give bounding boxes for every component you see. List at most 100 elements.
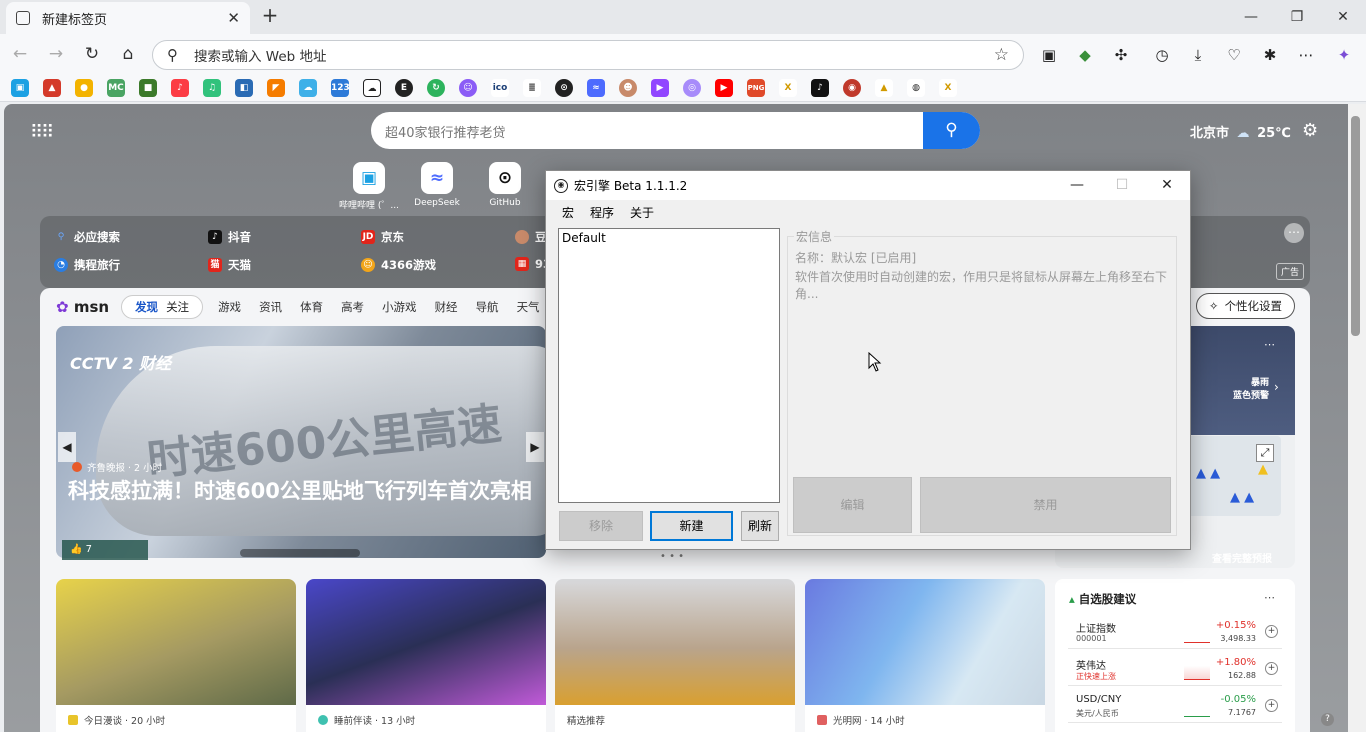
feed-tab-news[interactable]: 资讯 (259, 299, 282, 315)
stock-more-icon[interactable]: ⋯ (1264, 591, 1275, 604)
bookmark-camp-icon[interactable]: ▲ (875, 79, 893, 97)
hero-title[interactable]: 科技感拉满！时速600公里贴地飞行列车首次亮相 (68, 477, 538, 506)
bookmark-chrome-icon[interactable]: ● (75, 79, 93, 97)
site-link-tmall[interactable]: 猫天猫 (208, 257, 251, 273)
browser-essentials-icon[interactable]: ♡ (1220, 42, 1248, 68)
bookmark-globe-icon[interactable]: ◍ (907, 79, 925, 97)
help-icon[interactable]: ? (1321, 713, 1334, 726)
carousel-indicator[interactable] (240, 549, 360, 557)
address-bar[interactable]: ⚲ 搜索或输入 Web 地址 ☆ (152, 40, 1024, 70)
bookmark-music-icon[interactable]: ♪ (171, 79, 189, 97)
home-button[interactable]: ⌂ (114, 40, 142, 68)
bookmark-cloud-outline-icon[interactable]: ☁ (363, 79, 381, 97)
add-stock-icon[interactable]: + (1265, 625, 1278, 638)
site-links-more-icon[interactable]: ⋯ (1284, 223, 1304, 243)
bookmark-deepseek-icon[interactable]: ≈ (587, 79, 605, 97)
bookmark-avatar-icon[interactable]: ☻ (619, 79, 637, 97)
extension-star-icon[interactable]: ✱ (1256, 42, 1284, 68)
bookmark-e-icon[interactable]: E (395, 79, 413, 97)
bookmark-red-icon[interactable]: ▲ (43, 79, 61, 97)
minimize-window-button[interactable]: — (1228, 0, 1274, 34)
bookmark-minecraft-icon[interactable]: ■ (139, 79, 157, 97)
bookmark-youtube-icon[interactable]: ▶ (715, 79, 733, 97)
bookmark-orange-icon[interactable]: ◤ (267, 79, 285, 97)
dialog-close-button[interactable]: ✕ (1144, 171, 1190, 200)
tab-discover[interactable]: 发现 (135, 299, 158, 315)
more-menu-icon[interactable]: ⋯ (1292, 42, 1320, 68)
bookmark-x2-icon[interactable]: X (939, 79, 957, 97)
feed-tab-weather[interactable]: 天气 (517, 299, 540, 315)
menu-about[interactable]: 关于 (630, 204, 654, 221)
active-tab[interactable]: 新建标签页 ✕ (6, 2, 250, 34)
feed-tab-minigames[interactable]: 小游戏 (382, 299, 417, 315)
refresh-button[interactable]: 刷新 (741, 511, 779, 541)
web-search-box[interactable]: 超40家银行推荐老贷 ⚲ (371, 112, 980, 149)
refresh-button[interactable]: ↻ (78, 40, 106, 68)
stock-row[interactable]: 上证指数 000001 +0.15% 3,498.33 + (1068, 617, 1282, 649)
carousel-next-button[interactable]: ▶ (526, 432, 544, 462)
bookmark-red-circle-icon[interactable]: ◉ (843, 79, 861, 97)
personalize-button[interactable]: ✧ 个性化设置 (1196, 293, 1295, 319)
bookmark-png-icon[interactable]: PNG (747, 79, 765, 97)
forward-button[interactable]: → (42, 40, 70, 68)
apps-grid-icon[interactable]: ⠿⠿ (30, 122, 54, 143)
bookmark-github-icon[interactable]: ⊙ (555, 79, 573, 97)
close-tab-icon[interactable]: ✕ (227, 9, 240, 27)
add-stock-icon[interactable]: + (1265, 662, 1278, 675)
weather-alert[interactable]: 暴雨 蓝色预警 (1233, 375, 1269, 401)
hero-reactions[interactable]: 👍 7 (62, 540, 148, 560)
stock-row[interactable]: 英伟达 正快速上涨 +1.80% 162.88 + (1068, 654, 1282, 686)
carousel-prev-button[interactable]: ◀ (58, 432, 76, 462)
favorite-star-icon[interactable]: ☆ (994, 45, 1009, 65)
bookmark-mc-icon[interactable]: MC (107, 79, 125, 97)
bookmark-cube-icon[interactable]: ◧ (235, 79, 253, 97)
news-card[interactable]: 今日漫谈 · 20 小时 (56, 579, 296, 732)
feed-tab-finance[interactable]: 财经 (435, 299, 458, 315)
page-scrollbar[interactable] (1348, 104, 1366, 732)
site-link-bing[interactable]: ⚲ 必应搜索 (54, 229, 120, 245)
feed-tab-sports[interactable]: 体育 (300, 299, 323, 315)
bookmark-qqmusic-icon[interactable]: ♫ (203, 79, 221, 97)
bookmark-purple-icon[interactable]: ☺ (459, 79, 477, 97)
search-button[interactable]: ⚲ (923, 112, 980, 149)
card-more-dots-icon[interactable]: • • • (660, 551, 684, 562)
site-link-douban[interactable]: 豆 (515, 229, 547, 245)
new-button[interactable]: 新建 (650, 511, 733, 541)
quick-link-bilibili[interactable]: ▣ 哔哩哔哩 (゜... (336, 162, 402, 211)
bookmark-twitch-icon[interactable]: ▶ (651, 79, 669, 97)
expand-map-icon[interactable]: ⤢ (1256, 444, 1274, 462)
news-card[interactable]: 睡前伴读 · 13 小时 (306, 579, 546, 732)
bookmark-cloud-icon[interactable]: ☁ (299, 79, 317, 97)
bookmark-123-icon[interactable]: 123 (331, 79, 350, 97)
full-forecast-link[interactable]: 查看完整预报 (1212, 550, 1272, 565)
bookmark-tiktok-icon[interactable]: ♪ (811, 79, 829, 97)
back-button[interactable]: ← (6, 40, 34, 68)
feed-tab-games[interactable]: 游戏 (218, 299, 241, 315)
bookmark-stack-icon[interactable]: ≣ (523, 79, 541, 97)
stock-row[interactable]: USD/CNY 美元/人民币 -0.05% 7.1767 + (1068, 691, 1282, 723)
msn-logo[interactable]: ✿ msn (56, 298, 109, 316)
macro-list-item[interactable]: Default (559, 229, 779, 247)
new-tab-button[interactable]: + (258, 4, 282, 28)
page-settings-gear-icon[interactable]: ⚙ (1302, 120, 1318, 141)
macro-list[interactable]: Default (558, 228, 780, 503)
tab-follow[interactable]: 关注 (166, 299, 189, 315)
site-link-douyin[interactable]: ♪ 抖音 (208, 229, 251, 245)
extensions-puzzle-icon[interactable]: ✣ (1107, 42, 1135, 68)
menu-macro[interactable]: 宏 (562, 204, 574, 221)
feed-tab-navigation[interactable]: 导航 (476, 299, 499, 315)
site-link-4366[interactable]: ☺ 4366游戏 (361, 257, 436, 273)
dialog-minimize-button[interactable]: — (1054, 171, 1100, 200)
menu-program[interactable]: 程序 (590, 204, 614, 221)
site-link-ctrip[interactable]: ◔ 携程旅行 (54, 257, 120, 273)
bookmark-bilibili-icon[interactable]: ▣ (11, 79, 29, 97)
history-icon[interactable]: ◷ (1148, 42, 1176, 68)
bookmark-ico-icon[interactable]: ico (491, 79, 509, 97)
extension-game-icon[interactable]: ▣ (1035, 42, 1063, 68)
copilot-icon[interactable]: ✦ (1330, 42, 1358, 68)
scrollbar-thumb[interactable] (1351, 116, 1360, 336)
quick-link-github[interactable]: ⊙ GitHub (472, 162, 538, 208)
add-stock-icon[interactable]: + (1265, 699, 1278, 712)
bookmark-lilac-icon[interactable]: ◎ (683, 79, 701, 97)
bookmark-green-icon[interactable]: ↻ (427, 79, 445, 97)
